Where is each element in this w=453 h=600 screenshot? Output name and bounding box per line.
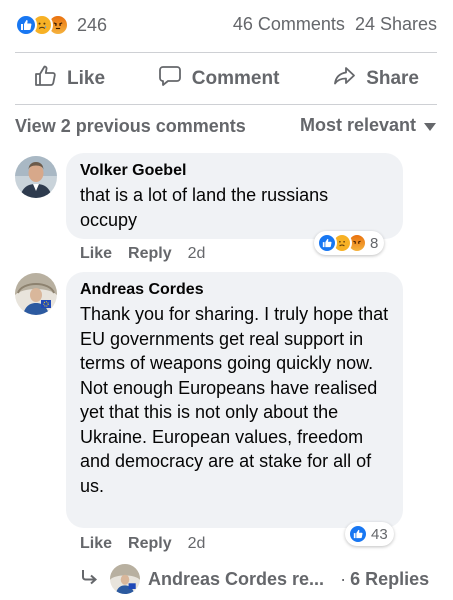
comment-like-button[interactable]: Like bbox=[80, 535, 112, 553]
comment-author[interactable]: Volker Goebel bbox=[80, 162, 389, 180]
view-replies-link[interactable]: Andreas Cordes re... · 6 Replies bbox=[80, 564, 429, 594]
thumbs-up-icon bbox=[33, 64, 57, 94]
comment-text: Thank you for sharing. I truly hope that… bbox=[80, 304, 389, 496]
sort-label: Most relevant bbox=[299, 115, 416, 135]
avatar-volker-goebel[interactable] bbox=[15, 156, 57, 198]
comment-meta: Like Reply 2d bbox=[80, 245, 205, 263]
reaction-count: 43 bbox=[371, 525, 388, 543]
post-action-bar: Like Comment Share bbox=[15, 60, 437, 98]
share-button[interactable]: Share bbox=[332, 64, 419, 94]
separator-dot: · bbox=[340, 568, 347, 589]
reply-author-avatar bbox=[110, 564, 140, 594]
reaction-summary[interactable]: 246 bbox=[15, 12, 107, 38]
comment-sort-dropdown[interactable]: Most relevant bbox=[300, 115, 436, 136]
replies-count: 6 Replies bbox=[350, 568, 430, 589]
reaction-count: 8 bbox=[370, 234, 379, 252]
view-previous-comments-link[interactable]: View 2 previous comments bbox=[15, 116, 246, 137]
comment-bubble: Andreas Cordes Thank you for sharing. I … bbox=[66, 272, 403, 528]
comment-like-button[interactable]: Like bbox=[80, 245, 112, 263]
reply-author-preview: Andreas Cordes re... bbox=[148, 568, 325, 589]
comment-label: Comment bbox=[191, 68, 280, 89]
share-arrow-icon bbox=[332, 64, 356, 94]
divider bbox=[15, 104, 437, 105]
caret-down-icon bbox=[424, 115, 436, 136]
comment-reactions-badge[interactable]: 43 bbox=[345, 522, 394, 546]
comment-meta: Like Reply 2d bbox=[80, 535, 205, 553]
reply-arrow-icon bbox=[80, 569, 98, 590]
comment-bubble: Volker Goebel that is a lot of land the … bbox=[66, 153, 403, 239]
like-label: Like bbox=[67, 68, 106, 89]
comment-author[interactable]: Andreas Cordes bbox=[80, 281, 389, 299]
comment-timestamp[interactable]: 2d bbox=[188, 245, 206, 263]
comments-count-link[interactable]: 46 Comments bbox=[233, 14, 345, 35]
like-button[interactable]: Like bbox=[33, 64, 105, 94]
avatar-andreas-cordes[interactable] bbox=[15, 273, 57, 315]
comment-reply-button[interactable]: Reply bbox=[128, 535, 172, 553]
like-reaction-icon bbox=[15, 14, 37, 36]
like-reaction-icon bbox=[317, 233, 337, 253]
comment-reactions-badge[interactable]: 8 bbox=[314, 231, 385, 255]
shares-count-link[interactable]: 24 Shares bbox=[355, 14, 437, 35]
comment-text: that is a lot of land the russians occup… bbox=[80, 185, 329, 230]
reaction-count[interactable]: 246 bbox=[77, 15, 107, 36]
comment-button[interactable]: Comment bbox=[158, 64, 280, 94]
divider bbox=[15, 52, 437, 53]
post-stats: 46 Comments 24 Shares bbox=[233, 14, 437, 35]
comment-reply-button[interactable]: Reply bbox=[128, 245, 172, 263]
speech-bubble-icon bbox=[158, 64, 182, 94]
comment-timestamp[interactable]: 2d bbox=[188, 535, 206, 553]
share-label: Share bbox=[366, 68, 419, 89]
like-reaction-icon bbox=[348, 524, 368, 544]
